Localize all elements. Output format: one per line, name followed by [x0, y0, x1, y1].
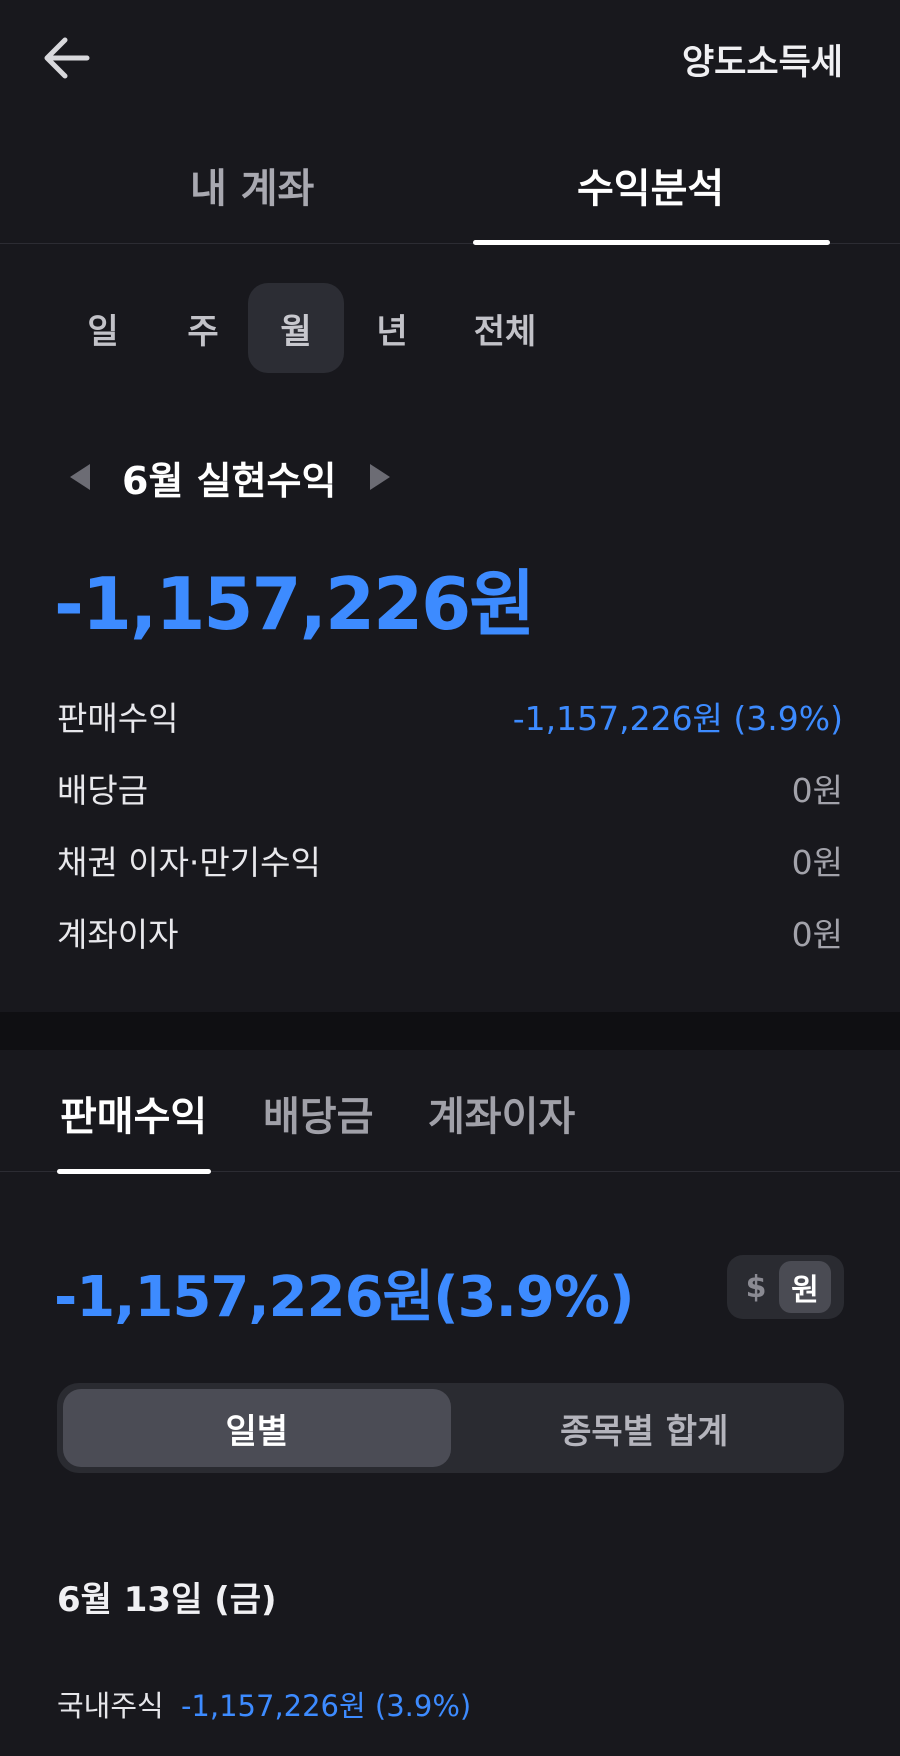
detail-tabs: 판매수익 배당금 계좌이자: [0, 1050, 900, 1174]
list-item[interactable]: 국내주식 -1,157,226원 (3.9%): [57, 1683, 471, 1725]
summary-row: 배당금 0원: [57, 752, 843, 824]
period-all[interactable]: 전체: [440, 283, 570, 373]
summary-value: 0원: [791, 915, 843, 954]
active-subtab-indicator: [57, 1169, 211, 1174]
currency-krw-button[interactable]: 원: [779, 1261, 831, 1313]
period-week[interactable]: 주: [158, 283, 248, 373]
section-divider: [0, 1012, 900, 1050]
summary-label: 배당금: [57, 771, 149, 810]
tab-my-account[interactable]: 내 계좌: [190, 156, 314, 214]
segment-daily[interactable]: 일별: [63, 1389, 451, 1467]
arrow-left-icon: [44, 37, 90, 79]
prev-month-button[interactable]: [60, 457, 100, 497]
summary-row: 채권 이자·만기수익 0원: [57, 824, 843, 896]
entry-value: -1,157,226원 (3.9%): [180, 1689, 472, 1723]
currency-toggle: $ 원: [727, 1255, 844, 1319]
tab-account-interest[interactable]: 계좌이자: [428, 1084, 575, 1142]
summary-row: 판매수익 -1,157,226원 (3.9%): [57, 680, 843, 752]
entry-label: 국내주식: [57, 1689, 164, 1723]
summary-value: 0원: [791, 771, 843, 810]
summary-value: 0원: [791, 843, 843, 882]
period-month[interactable]: 월: [248, 283, 344, 373]
month-navigator: 6월 실현수익: [60, 452, 400, 503]
period-day[interactable]: 일: [48, 283, 158, 373]
period-selector: 일 주 월 년 전체: [48, 282, 570, 374]
realized-profit-total: -1,157,226원: [54, 562, 536, 646]
summary-label: 계좌이자: [57, 915, 179, 954]
tab-dividends[interactable]: 배당금: [263, 1084, 373, 1142]
period-year[interactable]: 년: [344, 283, 440, 373]
tab-sales-profit[interactable]: 판매수익: [60, 1084, 207, 1142]
page: 양도소득세 내 계좌 수익분석 일 주 월 년 전체 6월 실현수익 -1,15…: [0, 0, 900, 1756]
currency-usd-button[interactable]: $: [733, 1261, 779, 1313]
tab-profit-analysis[interactable]: 수익분석: [577, 156, 724, 214]
summary-label: 채권 이자·만기수익: [57, 843, 321, 882]
sales-profit-value: -1,157,226원(3.9%): [54, 1265, 635, 1330]
month-title: 6월 실현수익: [122, 458, 337, 503]
segment-by-stock[interactable]: 종목별 합계: [451, 1389, 839, 1467]
top-bar: 양도소득세: [0, 0, 900, 120]
back-button[interactable]: [36, 28, 96, 88]
date-header: 6월 13일 (금): [57, 1580, 277, 1620]
active-tab-indicator: [473, 240, 830, 245]
next-month-button[interactable]: [360, 457, 400, 497]
view-mode-segment: 일별 종목별 합계: [57, 1383, 844, 1473]
summary-row: 계좌이자 0원: [57, 896, 843, 968]
summary-value: -1,157,226원 (3.9%): [512, 699, 843, 738]
summary-label: 판매수익: [57, 699, 179, 738]
triangle-right-icon: [370, 464, 391, 490]
capital-gains-tax-link[interactable]: 양도소득세: [682, 34, 843, 85]
profit-summary: 판매수익 -1,157,226원 (3.9%) 배당금 0원 채권 이자·만기수…: [57, 680, 843, 968]
main-tabs: 내 계좌 수익분석: [0, 140, 900, 245]
triangle-left-icon: [70, 464, 90, 490]
